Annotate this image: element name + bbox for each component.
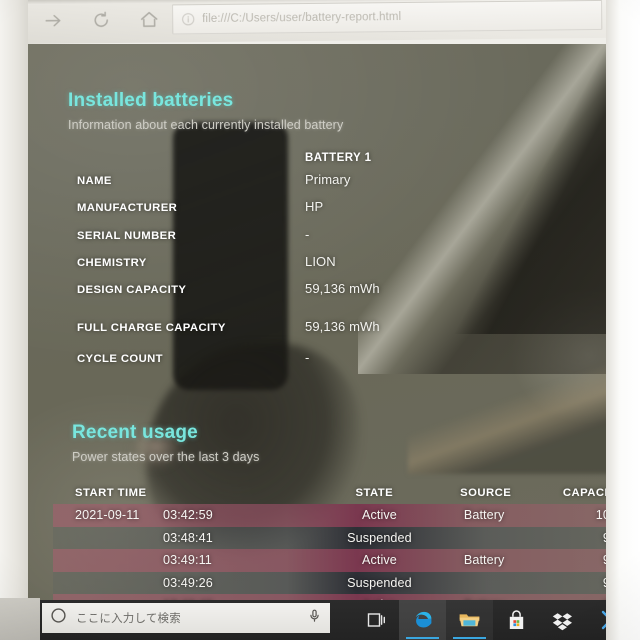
recent-usage-table: START TIME STATE SOURCE CAPACI 2021-09-1… — [53, 482, 606, 600]
cell-time: 03:49:26 — [163, 575, 213, 590]
row-label: CYCLE COUNT — [77, 352, 163, 365]
cell-state: Suspended — [347, 530, 412, 545]
table-row: 03:48:41 Suspended 98 % — [53, 526, 606, 549]
column-header-capacity: CAPACI — [562, 487, 606, 499]
address-bar-url: file:///C:/Users/user/battery-report.htm… — [202, 11, 402, 26]
column-header-source: SOURCE — [460, 487, 512, 499]
row-value: - — [305, 349, 310, 365]
table-row: MANUFACTURER HP — [77, 200, 407, 214]
navigation-buttons — [42, 9, 160, 32]
cell-capacity: 98 % — [547, 531, 606, 545]
column-header-start-time: START TIME — [75, 487, 147, 499]
cell-time: 03:42:59 — [163, 508, 213, 523]
column-header-state: STATE — [355, 487, 394, 499]
battery-column-header: BATTERY 1 — [305, 152, 372, 164]
cortana-icon[interactable] — [50, 607, 67, 629]
row-value: 59,136 mWh — [305, 281, 380, 297]
microphone-icon[interactable] — [307, 608, 322, 628]
site-info-icon[interactable] — [181, 12, 195, 26]
row-label: CHEMISTRY — [77, 256, 147, 269]
cell-state: Suspended — [347, 575, 412, 590]
recent-usage-heading: Recent usage — [72, 422, 198, 443]
row-label: NAME — [77, 175, 112, 187]
screen-reflection-dark-corner — [420, 44, 606, 334]
home-icon[interactable] — [138, 9, 160, 31]
table-row: NAME Primary — [77, 173, 407, 187]
row-label: FULL CHARGE CAPACITY — [77, 322, 226, 335]
battery-report-page: Installed batteries Information about ea… — [28, 44, 606, 600]
screen-glare-right — [448, 274, 606, 454]
refresh-icon[interactable] — [90, 9, 112, 31]
row-label: MANUFACTURER — [77, 202, 178, 215]
table-row: SERIAL NUMBER - — [77, 228, 407, 242]
dropbox-icon[interactable] — [540, 600, 587, 640]
photo-right-border — [606, 0, 640, 640]
microsoft-store-icon[interactable] — [493, 600, 540, 640]
cell-source: Battery — [463, 508, 505, 523]
taskbar-app-icons — [352, 600, 634, 640]
cell-capacity: 97 % — [547, 553, 606, 567]
cell-date: 2021-09-11 — [75, 508, 140, 523]
cell-source: Battery — [463, 553, 505, 568]
row-label: DESIGN CAPACITY — [77, 284, 187, 297]
table-row: CHEMISTRY LION — [77, 255, 407, 269]
table-row: FULL CHARGE CAPACITY 59,136 mWh — [77, 320, 407, 334]
browser-toolbar: file:///C:/Users/user/battery-report.htm… — [22, 0, 619, 44]
address-bar[interactable]: file:///C:/Users/user/battery-report.htm… — [172, 0, 603, 35]
row-label: SERIAL NUMBER — [77, 229, 177, 242]
cell-time: 03:48:41 — [163, 530, 213, 545]
windows-taskbar: ここに入力して検索 — [22, 600, 620, 640]
table-row: 2021-09-11 03:42:59 Active Battery 100 % — [53, 504, 606, 527]
photographed-laptop-screen: Installed batteries Information about ea… — [0, 0, 640, 640]
cell-date — [53, 576, 163, 590]
desk-reflection — [408, 334, 606, 474]
installed-batteries-subheading: Information about each currently install… — [68, 118, 344, 132]
cell-capacity: 97 % — [547, 576, 606, 590]
cell-date — [53, 531, 163, 545]
taskbar-search-placeholder: ここに入力して検索 — [76, 613, 181, 625]
row-value: Primary — [305, 172, 351, 187]
taskbar-search-box[interactable]: ここに入力して検索 — [42, 603, 330, 633]
cell-time: 03:49:11 — [163, 553, 212, 568]
cell-state: Active — [361, 553, 397, 568]
table-row: 03:49:11 Active Battery 97 % — [53, 549, 606, 572]
file-explorer-icon[interactable] — [446, 600, 493, 640]
table-row: DESIGN CAPACITY 59,136 mWh — [77, 282, 407, 296]
forward-icon[interactable] — [42, 10, 64, 32]
cell-state: Active — [361, 508, 397, 523]
table-row: CYCLE COUNT - — [77, 351, 407, 365]
recent-usage-subheading: Power states over the last 3 days — [72, 450, 260, 464]
cell-capacity: 100 % — [595, 508, 606, 523]
row-value: 59,136 mWh — [305, 319, 380, 335]
cell-date — [53, 553, 163, 567]
row-value: - — [305, 226, 310, 242]
recent-usage-header-row: START TIME STATE SOURCE CAPACI — [53, 482, 606, 504]
table-row: 03:49:26 Suspended 97 % — [53, 571, 606, 594]
row-value: LION — [305, 253, 336, 269]
row-value: HP — [305, 199, 324, 215]
task-view-icon[interactable] — [352, 600, 399, 640]
installed-batteries-heading: Installed batteries — [68, 90, 234, 111]
installed-batteries-table: BATTERY 1 NAME Primary MANUFACTURER HP S… — [77, 152, 407, 365]
photo-left-border — [0, 0, 28, 640]
photo-bottom-left-corner — [0, 598, 40, 640]
edge-icon[interactable] — [399, 600, 446, 640]
